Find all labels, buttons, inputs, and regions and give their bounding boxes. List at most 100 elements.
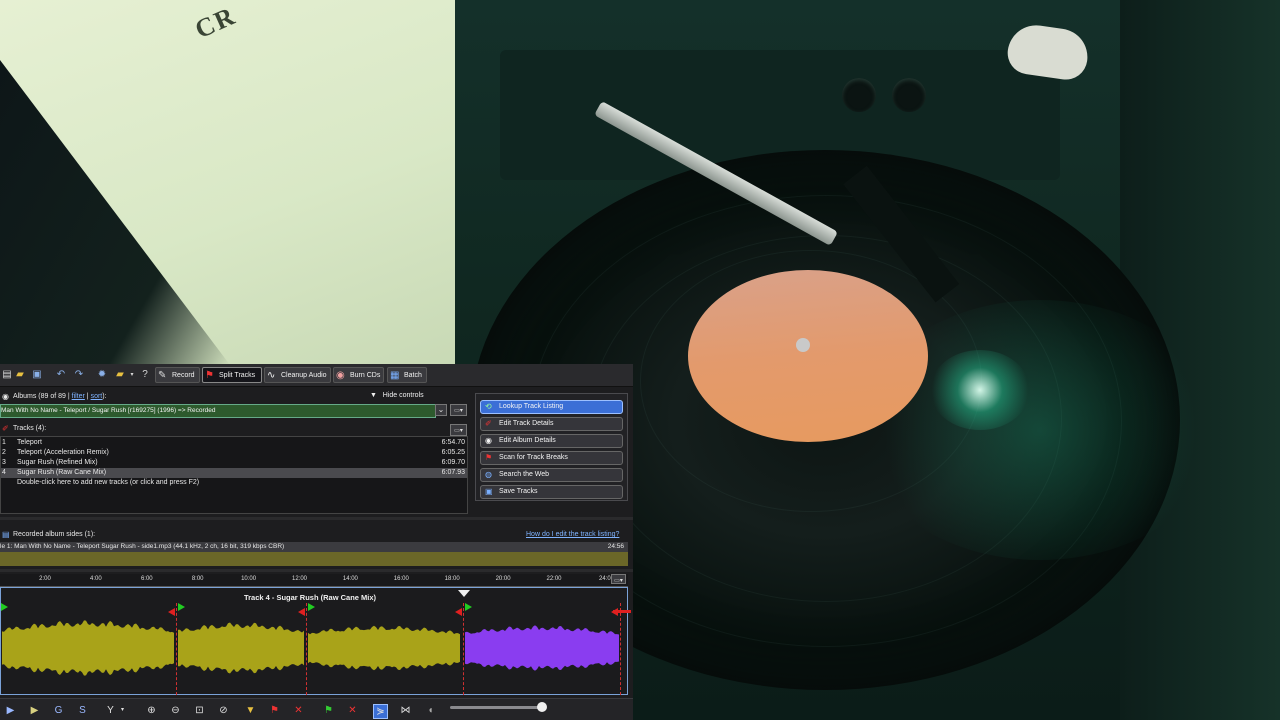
selected-track-waveform[interactable] <box>465 625 619 671</box>
recorded-side-overview[interactable] <box>0 552 628 566</box>
save-icon[interactable]: ▣ <box>30 368 44 382</box>
track-end-flag-icon[interactable] <box>455 608 462 616</box>
scan-for-track-breaks-button[interactable]: ⚑ Scan for Track Breaks <box>480 451 623 465</box>
track-start-flag-icon[interactable] <box>178 603 185 611</box>
timeline-menu-button[interactable]: ▭▾ <box>611 574 626 584</box>
track-waveform[interactable] <box>2 620 174 676</box>
albums-filter-link[interactable]: filter <box>72 393 85 400</box>
edit-track-details-button[interactable]: ✐ Edit Track Details <box>480 417 623 431</box>
undo-icon[interactable]: ↶ <box>54 368 68 382</box>
tracks-list[interactable]: 1 Teleport 6:54.70 2 Teleport (Accelerat… <box>0 436 468 514</box>
tab-batch[interactable]: ▦ Batch <box>387 367 427 383</box>
track-title: Sugar Rush (Refined Mix) <box>17 459 98 466</box>
flag-pair-icon[interactable]: ⚑ <box>322 704 335 717</box>
disc-icon: ◉ <box>336 370 345 381</box>
album-select[interactable]: Man With No Name - Teleport / Sugar Rush… <box>0 404 436 418</box>
list-item-selected[interactable]: 4 Sugar Rush (Raw Cane Mix) 6:07.93 <box>1 468 467 478</box>
cross-icon[interactable]: ✕ <box>346 704 359 717</box>
tab-split-tracks[interactable]: ⚑ Split Tracks <box>202 367 262 383</box>
track-start-flag-icon[interactable] <box>465 603 472 611</box>
spindle <box>796 338 810 352</box>
help-icon[interactable]: ? <box>138 368 152 382</box>
zoom-selection-icon[interactable]: ⊘ <box>217 704 230 717</box>
chevron-down-icon: ⌄ <box>437 405 445 414</box>
g-icon[interactable]: G <box>52 704 65 717</box>
volume-slider-track[interactable] <box>450 706 545 709</box>
save-tracks-button[interactable]: ▣ Save Tracks <box>480 485 623 499</box>
play-alt-icon[interactable]: ▶ <box>28 704 41 717</box>
chevron-down-icon[interactable]: ▾ <box>116 704 129 717</box>
track-start-flag-icon[interactable] <box>308 603 315 611</box>
volume-icon[interactable]: ◖ <box>424 704 437 717</box>
marker-down-icon[interactable]: ▼ <box>244 704 257 717</box>
open-folder-icon[interactable]: ▰ <box>13 368 27 382</box>
timeline-tick-label: 22:00 <box>546 576 562 582</box>
tracks-menu-button[interactable]: ▭▾ <box>450 424 467 436</box>
scan-icon: ⚑ <box>485 453 493 462</box>
s-icon[interactable]: S <box>76 704 89 717</box>
recorded-side-row[interactable]: le 1: Man With No Name - Teleport Sugar … <box>0 542 628 552</box>
timeline-tick-label: 10:00 <box>241 576 257 582</box>
edit-album-details-button[interactable]: ◉ Edit Album Details <box>480 434 623 448</box>
split-icon[interactable]: ⋈ <box>399 704 412 717</box>
chevron-down-icon[interactable]: ▾ <box>125 368 139 382</box>
track-duration: 6:09.70 <box>441 459 465 466</box>
hide-controls-toggle[interactable]: ▼ Hide controls <box>370 392 424 399</box>
track-title: Teleport <box>17 439 42 446</box>
list-item[interactable]: 3 Sugar Rush (Refined Mix) 6:09.70 <box>1 458 467 468</box>
track-waveform[interactable] <box>308 625 460 671</box>
volume-slider-thumb[interactable] <box>537 702 547 712</box>
track-end-flag-icon[interactable] <box>298 608 305 616</box>
file-icon: ▤ <box>2 530 10 539</box>
playhead-marker-icon[interactable] <box>458 590 470 597</box>
list-item[interactable]: 1 Teleport 6:54.70 <box>1 438 467 448</box>
snap-icon[interactable]: ⋟ <box>373 704 388 719</box>
new-icon[interactable]: ▤ <box>0 368 14 382</box>
track-duration: 6:05.25 <box>441 449 465 456</box>
album-dropdown-button[interactable]: ⌄ <box>435 404 447 416</box>
pane-splitter[interactable] <box>0 517 633 520</box>
add-break-icon[interactable]: ⚑ <box>268 704 281 717</box>
pane-splitter[interactable] <box>0 569 633 572</box>
albums-count-label: Albums (89 of 89 | <box>13 393 72 400</box>
timeline-tick-label: 20:00 <box>495 576 511 582</box>
tab-record[interactable]: ✎ Record <box>155 367 200 383</box>
list-item[interactable]: 2 Teleport (Acceleration Remix) 6:05.25 <box>1 448 467 458</box>
track-break-marker[interactable] <box>306 603 309 695</box>
track-title: Teleport (Acceleration Remix) <box>17 449 109 456</box>
track-break-marker[interactable] <box>463 603 466 695</box>
resize-handle-icon[interactable] <box>613 610 631 613</box>
tab-cleanup-audio[interactable]: ∿ Cleanup Audio <box>264 367 331 383</box>
lookup-track-listing-button[interactable]: ⟲ Lookup Track Listing <box>480 400 623 414</box>
add-tracks-hint[interactable]: Double-click here to add new tracks (or … <box>1 478 467 488</box>
globe-icon: ◍ <box>485 470 492 479</box>
timeline-ruler[interactable]: 2:00 4:00 6:00 8:00 10:00 12:00 14:00 16:00 18:0… <box>0 574 628 587</box>
zoom-fit-icon[interactable]: ⊡ <box>193 704 206 717</box>
edit-track-listing-help-link[interactable]: How do I edit the track listing? <box>526 531 619 538</box>
track-break-marker[interactable] <box>620 603 623 695</box>
waveform[interactable] <box>0 602 628 694</box>
redo-icon[interactable]: ↷ <box>72 368 86 382</box>
play-icon[interactable]: ▶ <box>4 704 17 717</box>
zoom-in-icon[interactable]: ⊕ <box>145 704 158 717</box>
album-menu-button[interactable]: ▭▾ <box>450 404 467 416</box>
deck-knob <box>842 78 876 112</box>
settings-gear-icon[interactable]: ✹ <box>95 368 109 382</box>
zoom-out-icon[interactable]: ⊖ <box>169 704 182 717</box>
albums-sort-link[interactable]: sort <box>91 393 103 400</box>
track-break-marker[interactable] <box>176 603 179 695</box>
tab-label: Record <box>172 372 195 379</box>
tab-label: Burn CDs <box>350 372 381 379</box>
tab-label: Batch <box>404 372 422 379</box>
menu-icon: ▭▾ <box>614 578 623 584</box>
timeline-tick-label: 4:00 <box>90 576 102 582</box>
menu-icon: ▭▾ <box>454 428 463 434</box>
search-the-web-button[interactable]: ◍ Search the Web <box>480 468 623 482</box>
waveform-track-title: Track 4 - Sugar Rush (Raw Cane Mix) <box>243 593 377 602</box>
track-start-flag-icon[interactable] <box>1 603 8 611</box>
remove-break-icon[interactable]: ✕ <box>292 704 305 717</box>
track-waveform[interactable] <box>178 622 304 674</box>
batch-icon: ▦ <box>390 370 400 381</box>
track-end-flag-icon[interactable] <box>168 608 175 616</box>
tab-burn-cds[interactable]: ◉ Burn CDs <box>333 367 384 383</box>
